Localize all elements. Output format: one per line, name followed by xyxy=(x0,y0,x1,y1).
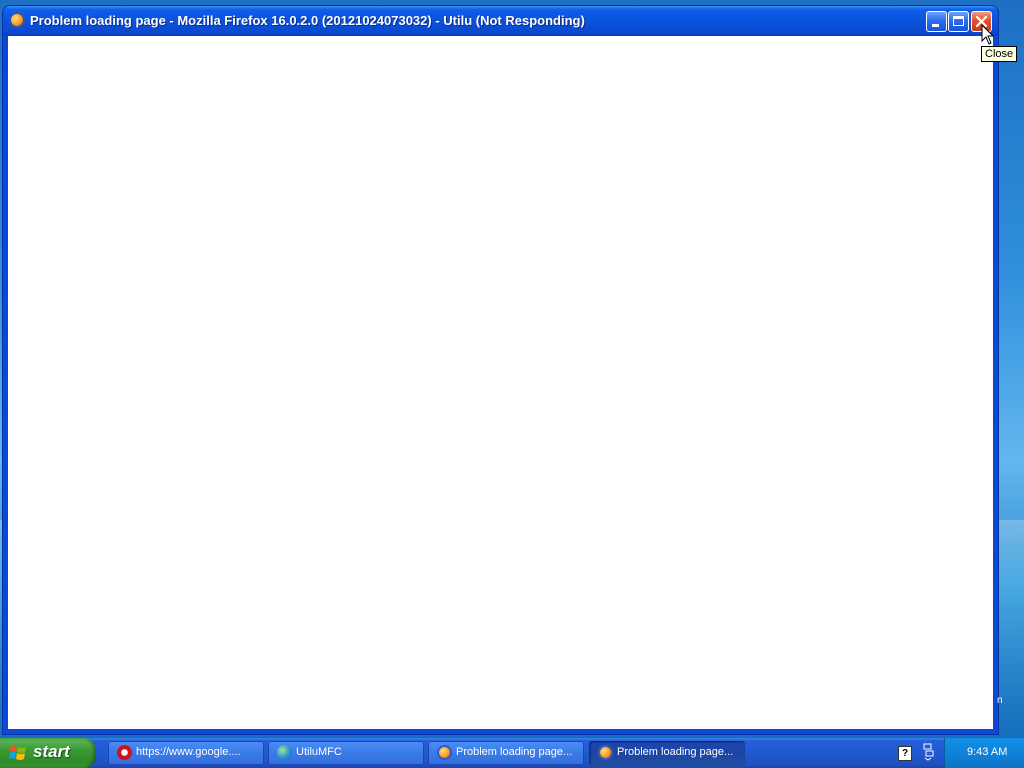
firefox-icon xyxy=(437,745,452,760)
globe-icon xyxy=(277,745,292,760)
taskbar: start https://www.google.... UtiluMFC Pr… xyxy=(0,738,1024,768)
network-tray-icon[interactable] xyxy=(922,743,934,761)
opera-icon xyxy=(117,745,132,760)
taskbar-item-problem-loading-2[interactable]: Problem loading page... xyxy=(589,741,745,765)
windows-logo-icon xyxy=(9,746,26,760)
desktop-edge-glyph: n xyxy=(997,695,1003,706)
firefox-icon[interactable] xyxy=(9,12,25,28)
taskbar-item-problem-loading-1[interactable]: Problem loading page... xyxy=(428,741,584,765)
system-tray: 9:43 AM xyxy=(944,738,1024,768)
taskbar-item-label: UtiluMFC xyxy=(296,746,342,758)
start-label: start xyxy=(33,742,70,761)
window-titlebar[interactable]: Problem loading page - Mozilla Firefox 1… xyxy=(3,6,998,36)
taskbar-item-label: Problem loading page... xyxy=(456,746,573,758)
close-tooltip: Close xyxy=(981,46,1018,62)
mouse-pointer-icon xyxy=(981,24,995,45)
firefox-window: Problem loading page - Mozilla Firefox 1… xyxy=(3,6,998,734)
maximize-icon xyxy=(953,16,964,26)
taskbar-item-utilumfc[interactable]: UtiluMFC xyxy=(268,741,424,765)
maximize-button[interactable] xyxy=(948,11,969,32)
minimize-button[interactable] xyxy=(926,11,947,32)
taskbar-item-label: Problem loading page... xyxy=(617,746,734,758)
page-content-area[interactable] xyxy=(8,36,993,729)
taskbar-item-label: https://www.google.... xyxy=(136,746,241,758)
start-button[interactable]: start xyxy=(0,738,96,768)
clock[interactable]: 9:43 AM xyxy=(967,746,1007,758)
minimize-icon xyxy=(932,24,939,27)
window-title: Problem loading page - Mozilla Firefox 1… xyxy=(30,13,585,28)
taskbar-item-google[interactable]: https://www.google.... xyxy=(108,741,264,765)
firefox-icon xyxy=(598,745,613,760)
help-tray-icon[interactable]: ? xyxy=(898,746,912,761)
